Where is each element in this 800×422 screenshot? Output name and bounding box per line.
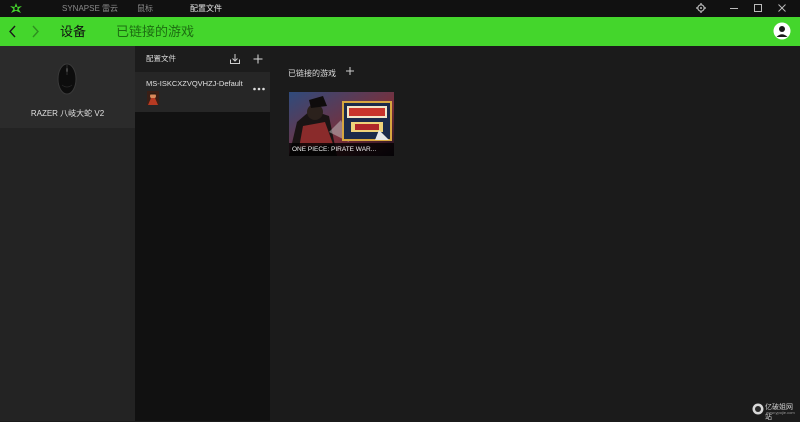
breadcrumb-devices[interactable]: 设备 [60,17,86,46]
forward-arrow-icon[interactable] [29,24,41,39]
settings-gear-icon[interactable] [695,2,707,14]
nav-tab-mouse[interactable]: 鼠标 [137,0,153,17]
razer-logo-icon [10,3,22,13]
watermark-url: www.ypojie.com [766,410,795,415]
linked-games-title: 已链接的游戏 [288,69,336,78]
title-bar: SYNAPSE 雷云 鼠标 配置文件 [0,0,800,17]
watermark: 亿破姐网站 www.ypojie.com [752,402,796,421]
add-profile-icon[interactable] [252,53,264,65]
game-card[interactable]: ONE PIECE: PIRATE WAR... [289,92,394,156]
profile-game-thumbnail [147,91,159,105]
user-avatar-icon[interactable] [773,22,791,40]
breadcrumb-linked-games[interactable]: 已链接的游戏 [116,17,194,46]
back-arrow-icon[interactable] [7,24,19,39]
nav-tab-profiles[interactable]: 配置文件 [190,0,222,17]
profile-name: MS-ISKCXZVQVHZJ-Default [146,79,243,88]
add-linked-game-icon[interactable] [345,66,355,76]
mouse-device-icon [57,63,77,95]
minimize-icon[interactable] [728,2,740,14]
profiles-panel: 配置文件 MS-ISKCXZVQVHZJ-Default [135,46,270,421]
import-icon[interactable] [229,53,241,65]
device-panel: RAZER 八岐大蛇 V2 [0,46,135,421]
profile-item[interactable]: MS-ISKCXZVQVHZJ-Default [135,72,270,112]
close-icon[interactable] [776,2,788,14]
device-card[interactable]: RAZER 八岐大蛇 V2 [0,46,135,128]
more-options-icon[interactable] [252,86,266,92]
device-name: RAZER 八岐大蛇 V2 [30,109,105,118]
game-title-label: ONE PIECE: PIRATE WAR... [289,143,394,156]
watermark-logo-icon [752,403,764,415]
profiles-title: 配置文件 [146,54,176,63]
profiles-header: 配置文件 [135,46,270,72]
main-content: 已链接的游戏 ONE PIECE: PIRATE WAR... [270,46,800,421]
maximize-icon[interactable] [752,2,764,14]
nav-tab-synapse[interactable]: SYNAPSE 雷云 [62,0,118,17]
breadcrumb-bar: 设备 已链接的游戏 [0,17,800,46]
